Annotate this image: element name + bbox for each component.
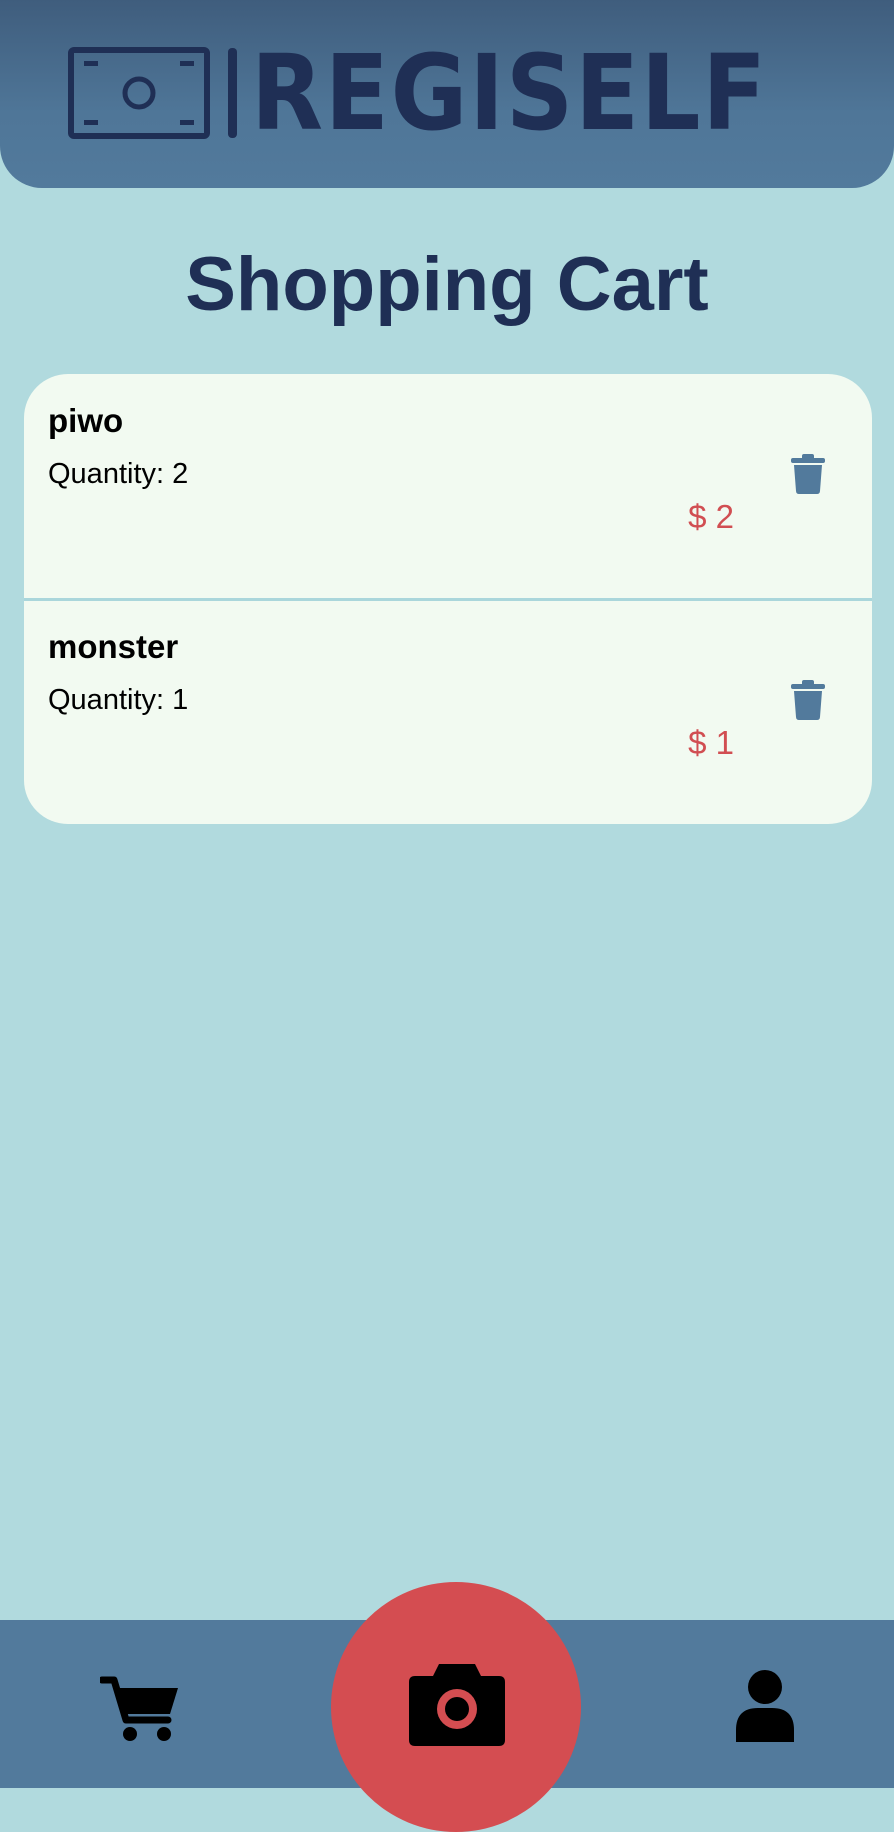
item-quantity: Quantity: 2: [48, 458, 189, 490]
trash-icon[interactable]: [790, 454, 826, 494]
item-price: $ 1: [688, 724, 734, 761]
item-price: $ 2: [688, 498, 734, 535]
item-name: monster: [48, 628, 179, 665]
camera-button[interactable]: [331, 1582, 581, 1832]
user-icon[interactable]: [734, 1670, 796, 1742]
banknote-icon: [68, 47, 211, 139]
page-title: Shopping Cart: [185, 242, 709, 327]
logo-divider: [228, 48, 238, 138]
app-header: REGISELF: [0, 0, 894, 188]
cart-item: piwo Quantity: 2 $ 2: [24, 374, 872, 601]
item-quantity: Quantity: 1: [48, 684, 189, 716]
item-name: piwo: [48, 402, 124, 439]
app-name: REGISELF: [251, 32, 769, 154]
app-logo: REGISELF: [0, 38, 894, 148]
cart-list: piwo Quantity: 2 $ 2 monster Quantity: 1…: [24, 374, 872, 824]
camera-icon: [409, 1664, 505, 1746]
trash-icon[interactable]: [790, 680, 826, 720]
shopping-cart-icon[interactable]: [100, 1676, 180, 1742]
cart-item: monster Quantity: 1 $ 1: [24, 600, 872, 824]
